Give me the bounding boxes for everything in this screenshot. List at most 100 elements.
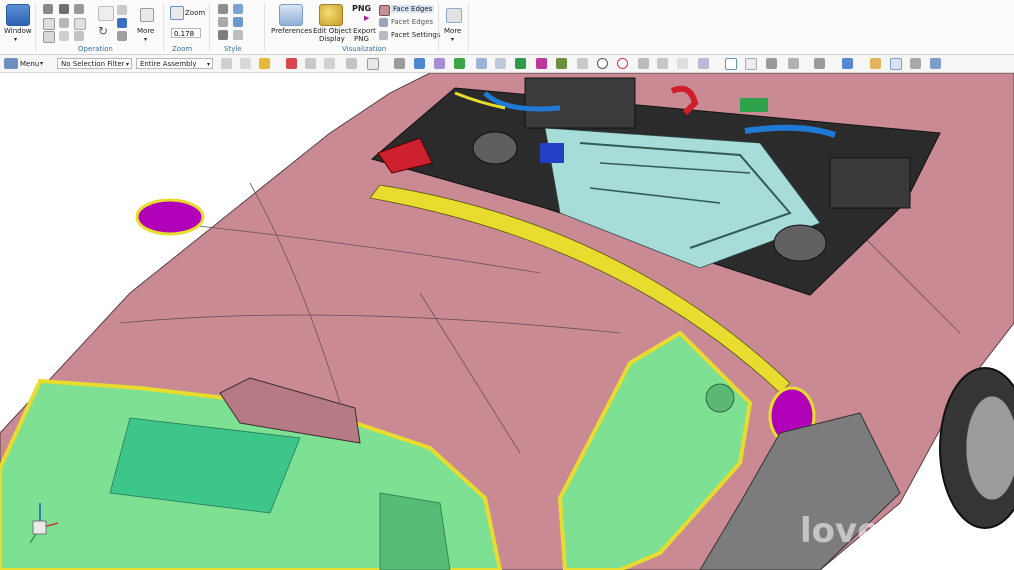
selection-toolbar: Menu ▾ No Selection Filter ▾ Entire Asse… bbox=[0, 55, 1014, 73]
tail-light-left bbox=[135, 198, 205, 236]
ribbon: Window ▾ ↻ Operation More ▾ Zoom 0.178 Z… bbox=[0, 0, 1014, 55]
operation-group-label: Operation bbox=[78, 45, 113, 53]
body-icon[interactable] bbox=[394, 58, 405, 69]
lasso-icon[interactable] bbox=[324, 58, 335, 69]
separator bbox=[35, 3, 36, 51]
more-icon[interactable] bbox=[140, 8, 154, 22]
rotate-icon[interactable] bbox=[766, 58, 777, 69]
chevron-down-icon: ▾ bbox=[206, 61, 210, 68]
cube-face-icon[interactable] bbox=[367, 58, 379, 70]
window-icon[interactable] bbox=[6, 4, 30, 26]
style-icon-3[interactable] bbox=[218, 17, 228, 27]
operation-icon-4[interactable] bbox=[43, 18, 55, 30]
facet-edges-button[interactable]: Facet Edges bbox=[391, 18, 433, 26]
operation-icon-9[interactable] bbox=[74, 31, 84, 41]
wcs-icon[interactable] bbox=[930, 58, 941, 69]
filter-icon[interactable] bbox=[221, 58, 232, 69]
shading-icon[interactable] bbox=[814, 58, 825, 69]
sheet-icon[interactable] bbox=[434, 58, 445, 69]
operation-icon-7[interactable] bbox=[43, 31, 55, 43]
assembly-scope-dropdown[interactable]: Entire Assembly ▾ bbox=[136, 58, 213, 69]
snap-point-icon[interactable] bbox=[259, 58, 270, 69]
face-edges-button[interactable]: Face Edges bbox=[391, 5, 435, 13]
export-png-label[interactable]: Export bbox=[353, 27, 376, 35]
edit-object-display-label[interactable]: Edit Object bbox=[313, 27, 352, 35]
refresh-icon[interactable]: ↻ bbox=[98, 25, 108, 37]
blank-view-icon[interactable] bbox=[745, 58, 757, 70]
facet-settings-button[interactable]: Facet Settings bbox=[391, 31, 441, 39]
solid-cube-icon[interactable] bbox=[414, 58, 425, 69]
select-box-icon[interactable] bbox=[240, 58, 251, 69]
intake-pipe bbox=[773, 224, 827, 262]
blue-cube-icon[interactable] bbox=[842, 58, 853, 69]
operation-icon-3[interactable] bbox=[74, 4, 84, 14]
pen-icon[interactable] bbox=[117, 18, 127, 28]
circle-center-icon[interactable] bbox=[597, 58, 608, 69]
car-model-render[interactable] bbox=[0, 73, 1014, 570]
more2-button-label[interactable]: More bbox=[444, 27, 461, 35]
engine-component bbox=[829, 157, 911, 209]
style-icon-6[interactable] bbox=[233, 30, 243, 40]
grid-icon[interactable] bbox=[698, 58, 709, 69]
curve-end-icon[interactable] bbox=[495, 58, 506, 69]
selection-filter-dropdown[interactable]: No Selection Filter ▾ bbox=[57, 58, 132, 69]
preferences-button-label[interactable]: Preferences bbox=[271, 27, 312, 35]
facet-edges-icon[interactable] bbox=[379, 18, 388, 27]
operation-icon-10[interactable] bbox=[117, 31, 127, 41]
curve-icon[interactable] bbox=[515, 58, 526, 69]
zoom-value-field[interactable]: 0.178 bbox=[171, 28, 201, 38]
interior-detail bbox=[379, 492, 451, 570]
intersection-icon[interactable] bbox=[577, 58, 588, 69]
menu-icon[interactable] bbox=[4, 58, 18, 69]
wheel-rim bbox=[965, 395, 1014, 501]
pencil-icon[interactable] bbox=[117, 5, 127, 15]
facet-settings-icon[interactable] bbox=[379, 31, 388, 40]
chevron-down-icon[interactable]: ▾ bbox=[144, 36, 147, 44]
point-snap-icon[interactable] bbox=[454, 58, 465, 69]
separator bbox=[209, 3, 210, 51]
style-icon-2[interactable] bbox=[233, 4, 243, 14]
arrow-icon[interactable] bbox=[305, 58, 316, 69]
window-button-label[interactable]: Window bbox=[4, 27, 32, 35]
pan-icon[interactable] bbox=[788, 58, 799, 69]
face-edges-icon[interactable] bbox=[379, 5, 390, 16]
graphics-viewport[interactable]: love bbox=[0, 73, 1014, 570]
work-layer-icon[interactable] bbox=[910, 58, 921, 69]
tangent-icon[interactable] bbox=[657, 58, 668, 69]
style-icon-4[interactable] bbox=[233, 17, 243, 27]
export-png-label-2[interactable]: PNG bbox=[354, 35, 369, 43]
chevron-down-icon[interactable]: ▾ bbox=[451, 36, 454, 44]
png-badge[interactable]: PNG bbox=[352, 5, 371, 13]
menu-button-label[interactable]: Menu bbox=[20, 60, 39, 68]
edit-object-display-icon[interactable] bbox=[319, 4, 343, 26]
shaded-cube-icon[interactable] bbox=[218, 4, 228, 14]
chevron-down-icon: ▾ bbox=[125, 61, 129, 68]
selection-filter-value: No Selection Filter bbox=[61, 60, 125, 68]
chevron-down-icon[interactable]: ▾ bbox=[40, 60, 43, 68]
operation-icon-8[interactable] bbox=[59, 31, 69, 41]
zoom-icon[interactable] bbox=[170, 6, 184, 20]
operation-icon-2[interactable] bbox=[59, 4, 69, 14]
snap-grid-icon[interactable] bbox=[286, 58, 297, 69]
operation-icon-6[interactable] bbox=[74, 18, 86, 30]
midpoint-icon[interactable] bbox=[536, 58, 547, 69]
preferences-icon[interactable] bbox=[279, 4, 303, 26]
chevron-down-icon[interactable]: ▾ bbox=[14, 36, 17, 44]
control-point-icon[interactable] bbox=[556, 58, 567, 69]
rect-select-icon[interactable] bbox=[346, 58, 357, 69]
more-button-label[interactable]: More bbox=[137, 27, 154, 35]
view-frame-icon[interactable] bbox=[725, 58, 737, 70]
edit-object-display-label-2[interactable]: Display bbox=[319, 35, 345, 43]
operation-icon-1[interactable] bbox=[43, 4, 53, 14]
blank-page-icon[interactable] bbox=[98, 6, 114, 21]
operation-icon-5[interactable] bbox=[59, 18, 69, 28]
style-icon-5[interactable] bbox=[218, 30, 228, 40]
quadrant-icon[interactable] bbox=[617, 58, 628, 69]
plus-point-icon[interactable] bbox=[638, 58, 649, 69]
view-options-icon[interactable] bbox=[890, 58, 902, 70]
more-visualization-icon[interactable] bbox=[446, 8, 462, 23]
face-point-icon[interactable] bbox=[677, 58, 688, 69]
background-icon[interactable] bbox=[870, 58, 881, 69]
zoom-button-label[interactable]: Zoom bbox=[185, 9, 205, 17]
line-icon[interactable] bbox=[476, 58, 487, 69]
